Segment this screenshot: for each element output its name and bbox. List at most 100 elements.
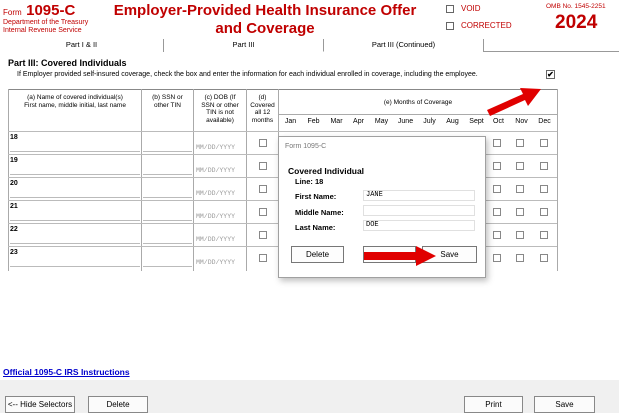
month-checkbox[interactable] xyxy=(516,162,524,170)
middle-name-input[interactable] xyxy=(363,205,475,216)
self-insured-checkbox[interactable]: ✔ xyxy=(546,70,555,79)
month-header: Dec xyxy=(538,118,551,125)
month-header: Aug xyxy=(446,118,459,125)
table-top-border xyxy=(8,89,557,90)
tax-year: 2024 xyxy=(555,12,598,33)
irs-instructions-link[interactable]: Official 1095-C IRS Instructions xyxy=(3,367,130,377)
name-input[interactable] xyxy=(10,211,140,221)
month-checkbox[interactable] xyxy=(516,231,524,239)
last-name-input[interactable]: DOE xyxy=(363,220,475,231)
month-header: Mar xyxy=(330,118,343,125)
month-checkbox[interactable] xyxy=(540,162,548,170)
month-checkbox[interactable] xyxy=(516,254,524,262)
arrow-shape xyxy=(487,88,541,116)
month-checkbox[interactable] xyxy=(493,254,501,262)
hide-selectors-button[interactable]: <-- Hide Selectors xyxy=(5,396,75,413)
annotation-arrow-icon xyxy=(487,88,541,116)
month-header: Oct xyxy=(493,118,504,125)
covered-12-months-checkbox[interactable] xyxy=(259,208,267,216)
tab-bar: Part I & II Part III Part III (Continued… xyxy=(0,39,619,52)
first-name-input[interactable]: JANE xyxy=(363,190,475,201)
month-checkbox[interactable] xyxy=(540,185,548,193)
tab-part-3[interactable]: Part III xyxy=(164,39,324,52)
covered-12-months-checkbox[interactable] xyxy=(259,254,267,262)
corrected-checkbox-row[interactable]: CORRECTED xyxy=(446,21,512,30)
part-title: Part III: Covered Individuals xyxy=(8,58,127,68)
covered-12-months-checkbox[interactable] xyxy=(259,231,267,239)
dob-input[interactable]: MM/DD/YYYY xyxy=(196,190,235,197)
row-number: 21 xyxy=(10,203,18,210)
month-checkbox[interactable] xyxy=(516,208,524,216)
name-input[interactable] xyxy=(10,142,140,152)
month-checkbox[interactable] xyxy=(493,231,501,239)
month-header: Apr xyxy=(353,118,364,125)
ssn-input[interactable] xyxy=(143,257,192,267)
month-checkbox[interactable] xyxy=(493,162,501,170)
dialog-line-number: Line: 18 xyxy=(295,177,324,186)
month-checkbox[interactable] xyxy=(516,139,524,147)
save-button[interactable]: Save xyxy=(534,396,595,413)
month-checkbox[interactable] xyxy=(516,185,524,193)
self-insured-instruction: If Employer provided self-insured covera… xyxy=(17,71,478,78)
month-header: Feb xyxy=(307,118,320,125)
month-header: June xyxy=(397,118,414,125)
dialog-heading: Covered Individual xyxy=(288,166,365,176)
month-checkbox[interactable] xyxy=(493,185,501,193)
omb-number: OMB No. 1545-2251 xyxy=(546,3,606,10)
month-checkbox[interactable] xyxy=(493,139,501,147)
month-header: May xyxy=(374,118,389,125)
column-header-covered-12: (d) Covered all 12 months xyxy=(250,94,275,124)
table-row-divider xyxy=(8,131,557,132)
dob-input[interactable]: MM/DD/YYYY xyxy=(196,259,235,266)
void-checkbox-row[interactable]: VOID xyxy=(446,4,481,13)
name-input[interactable] xyxy=(10,234,140,244)
covered-12-months-checkbox[interactable] xyxy=(259,139,267,147)
table-border-right xyxy=(557,89,558,271)
last-name-label: Last Name: xyxy=(295,223,336,232)
tab-part-1-2[interactable]: Part I & II xyxy=(0,39,164,52)
ssn-input[interactable] xyxy=(143,165,192,175)
annotation-arrow-icon xyxy=(364,246,436,266)
ssn-input[interactable] xyxy=(143,188,192,198)
row-number: 23 xyxy=(10,249,18,256)
column-header-dob: (c) DOB (If SSN or other TIN is not avai… xyxy=(201,94,239,124)
month-checkbox[interactable] xyxy=(540,139,548,147)
dob-input[interactable]: MM/DD/YYYY xyxy=(196,144,235,151)
department-label: Department of the Treasury Internal Reve… xyxy=(3,19,89,34)
month-checkbox[interactable] xyxy=(540,231,548,239)
dialog-caption: Form 1095-C xyxy=(285,143,327,150)
form-number: Form 1095-C xyxy=(3,2,76,19)
arrow-shape xyxy=(364,246,436,266)
delete-button[interactable]: Delete xyxy=(88,396,148,413)
dob-input[interactable]: MM/DD/YYYY xyxy=(196,236,235,243)
ssn-input[interactable] xyxy=(143,142,192,152)
row-number: 22 xyxy=(10,226,18,233)
middle-name-label: Middle Name: xyxy=(295,208,344,217)
corrected-checkbox[interactable] xyxy=(446,21,454,30)
covered-12-months-checkbox[interactable] xyxy=(259,162,267,170)
name-input[interactable] xyxy=(10,165,140,175)
form-title: Employer-Provided Health Insurance Offer… xyxy=(113,2,417,37)
covered-12-months-checkbox[interactable] xyxy=(259,185,267,193)
month-header: Jan xyxy=(284,118,297,125)
dob-input[interactable]: MM/DD/YYYY xyxy=(196,167,235,174)
row-number: 20 xyxy=(10,180,18,187)
name-input[interactable] xyxy=(10,257,140,267)
ssn-input[interactable] xyxy=(143,234,192,244)
row-number: 19 xyxy=(10,157,18,164)
ssn-input[interactable] xyxy=(143,211,192,221)
dialog-delete-button[interactable]: Delete xyxy=(291,246,344,263)
tab-part-3-continued[interactable]: Part III (Continued) xyxy=(324,39,484,52)
first-name-label: First Name: xyxy=(295,192,337,201)
month-checkbox[interactable] xyxy=(540,254,548,262)
print-button[interactable]: Print xyxy=(464,396,523,413)
void-checkbox[interactable] xyxy=(446,4,454,13)
name-input[interactable] xyxy=(10,188,140,198)
month-checkbox[interactable] xyxy=(493,208,501,216)
column-header-name: (a) Name of covered individual(s) First … xyxy=(24,94,126,109)
month-checkbox[interactable] xyxy=(540,208,548,216)
column-header-ssn: (b) SSN or other TIN xyxy=(152,94,183,109)
month-header: Sept xyxy=(469,118,484,125)
table-border-left xyxy=(8,89,9,271)
dob-input[interactable]: MM/DD/YYYY xyxy=(196,213,235,220)
